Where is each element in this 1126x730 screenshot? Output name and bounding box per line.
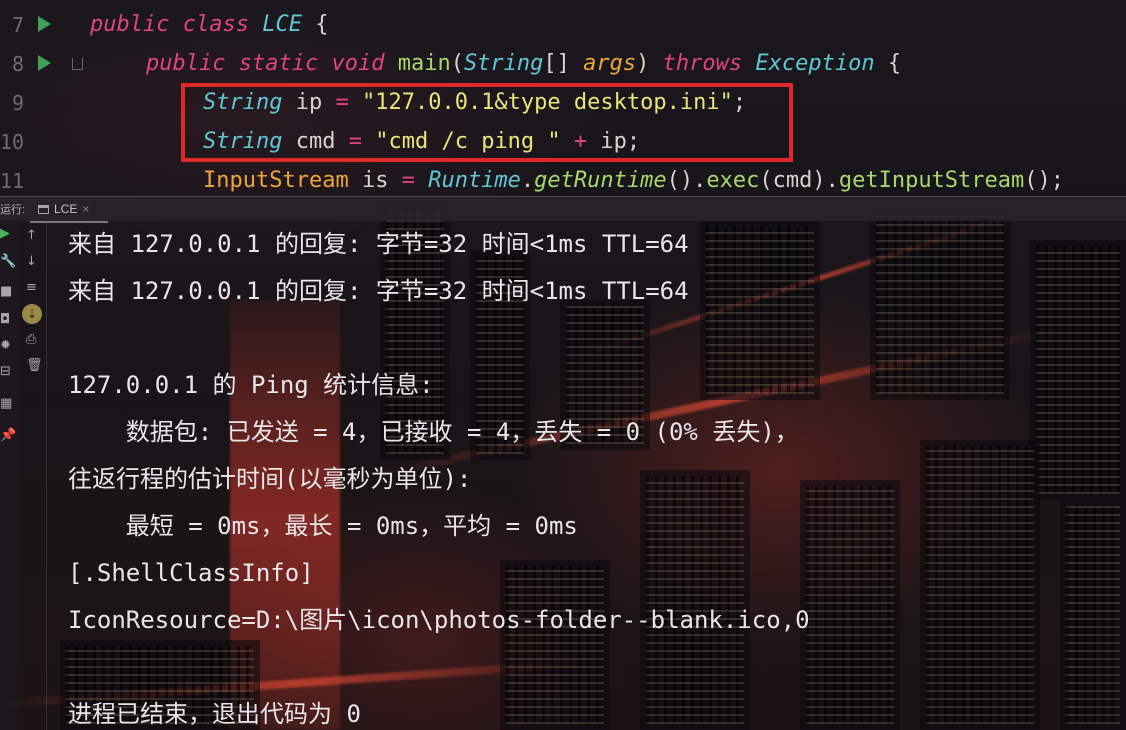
soft-wrap-icon[interactable]: ≡ [26,280,37,295]
run-arrow-icon[interactable] [38,16,51,32]
run-label: 运行: [0,204,26,216]
editor-gutter: 7 8 9 10 11 [0,0,83,196]
scroll-end-icon[interactable]: ⇣ [22,304,42,324]
console-line: 往返行程的估计时间(以毫秒为单位): [68,465,472,493]
layout-icon[interactable]: ▦ [0,396,12,411]
layout-icon[interactable]: ⊟ [0,364,11,379]
line-number: 10 [0,130,25,154]
tab-label: LCE [54,202,78,216]
close-icon[interactable]: × [82,202,89,216]
console-line: 数据包: 已发送 = 4，已接收 = 4，丢失 = 0 (0% 丢失)， [68,418,799,446]
down-arrow-icon[interactable]: ↓ [26,254,37,269]
stop-icon[interactable]: ■ [0,284,12,299]
console-line: 进程已结束，退出代码为 0 [68,700,361,728]
line-number: 11 [0,169,25,193]
camera-icon[interactable]: ◘ [0,312,10,327]
print-icon[interactable]: ⎙ [26,332,36,347]
run-toolbar-right: ↑ ↓ ≡ ⇣ ⎙ 🗑 [20,220,47,730]
application-icon [38,204,49,214]
up-arrow-icon[interactable]: ↑ [26,228,37,243]
run-tool-window-header: 运行: LCE × [0,196,1126,223]
console-line: IconResource=D:\图片\icon\photos-folder--b… [68,606,810,634]
console-line: 127.0.0.1 的 Ping 统计信息: [68,371,434,399]
wrench-icon[interactable]: 🔧 [0,254,16,269]
annotation-highlight-box [181,83,793,162]
console-line: [.ShellClassInfo] [68,559,314,587]
console-line: 最短 = 0ms，最长 = 0ms，平均 = 0ms [68,512,578,540]
code-line-11: InputStream is = Runtime.getRuntime().ex… [203,168,1065,193]
line-number: 8 [11,52,24,76]
rerun-icon[interactable]: ▶ [0,226,10,241]
run-toolbar-left: ▶ 🔧 ■ ◘ ✹ ⊟ ▦ 📌 [0,220,20,730]
debug-icon[interactable]: ✹ [0,338,11,353]
code-editor[interactable]: 7 8 9 10 11 public class LCE { public st… [0,0,1126,196]
pin-icon[interactable]: 📌 [0,428,16,443]
fold-icon[interactable] [72,58,83,70]
code-line-7: public class LCE { [90,12,329,37]
code-line-8: public static void main(String[] args) t… [146,51,902,76]
console-line: 来自 127.0.0.1 的回复: 字节=32 时间<1ms TTL=64 [68,277,689,305]
trash-icon[interactable]: 🗑 [26,358,43,373]
line-number: 9 [11,91,24,115]
console-line: 来自 127.0.0.1 的回复: 字节=32 时间<1ms TTL=64 [68,230,689,258]
line-number: 7 [11,13,24,37]
run-arrow-icon[interactable] [38,55,51,71]
